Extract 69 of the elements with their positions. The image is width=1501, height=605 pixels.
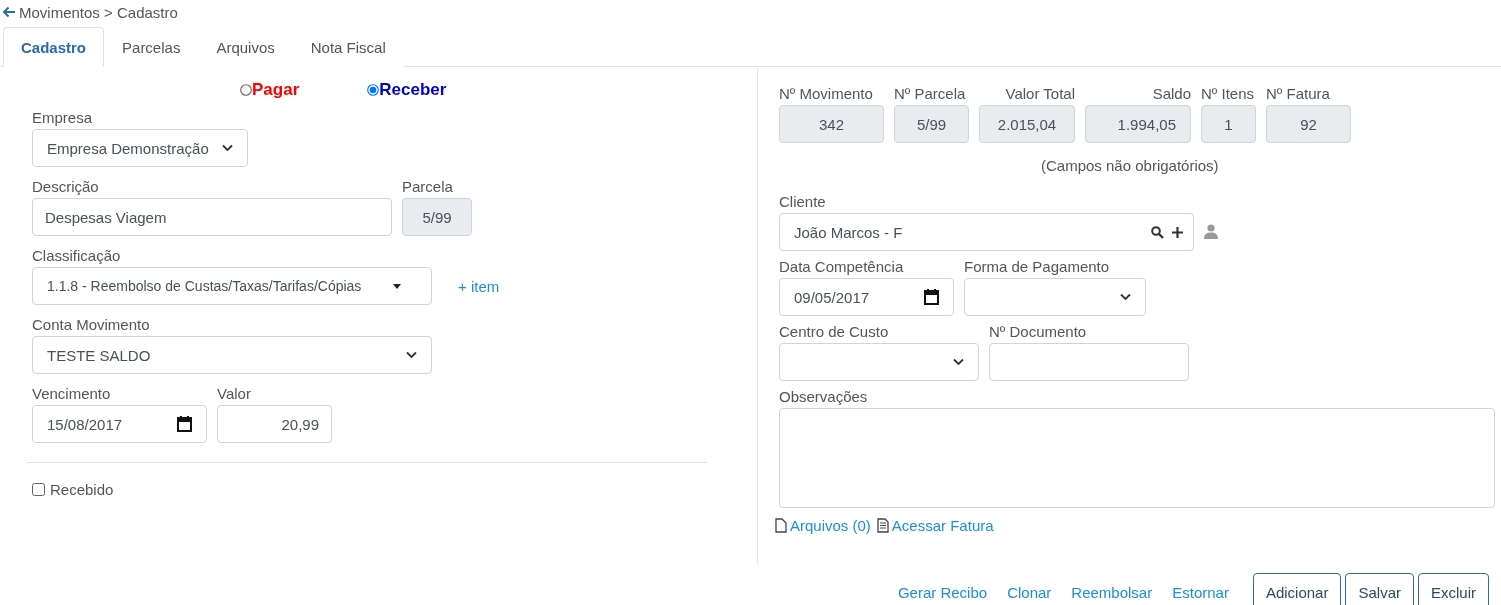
- readonly-field: 2.015,04: [979, 105, 1075, 143]
- checkbox-icon[interactable]: [32, 483, 45, 496]
- field-label: Nº Documento: [989, 322, 1088, 342]
- date-field[interactable]: 15/08/2017: [32, 405, 207, 443]
- add-item-link[interactable]: + item: [458, 278, 500, 295]
- field-label: Saldo: [1151, 84, 1191, 104]
- field-label: Empresa: [32, 108, 94, 128]
- chevron-down-icon: [1120, 293, 1131, 301]
- back-arrow-icon[interactable]: [2, 6, 16, 18]
- action-button[interactable]: Salvar: [1345, 573, 1414, 605]
- field-label: Parcela: [402, 177, 454, 197]
- field-label: Data Competência: [779, 257, 905, 277]
- text-area[interactable]: [779, 408, 1495, 508]
- file-link[interactable]: Acessar Fatura: [891, 517, 994, 534]
- field-label: Descrição: [32, 177, 100, 197]
- file-icon: [775, 518, 787, 533]
- tab[interactable]: Cadastro: [3, 27, 105, 67]
- input-field[interactable]: [989, 343, 1189, 381]
- calendar-icon: [924, 289, 939, 305]
- chevron-down-icon: [406, 351, 417, 359]
- select-field[interactable]: [964, 278, 1146, 316]
- field-label: Classificação: [32, 246, 122, 266]
- field-label: Valor Total: [1004, 84, 1075, 104]
- readonly-field: 1.994,05: [1085, 105, 1191, 143]
- field-label: Nº Itens: [1201, 84, 1255, 104]
- select-field[interactable]: TESTE SALDO: [32, 336, 432, 374]
- checkbox-option[interactable]: Recebido: [32, 481, 757, 498]
- field-label: Forma de Pagamento: [964, 257, 1111, 277]
- select-field[interactable]: 1.1.8 - Reembolso de Custas/Taxas/Tarifas/Cópias: [32, 267, 432, 305]
- field-label: Nº Movimento: [779, 84, 874, 104]
- calendar-icon: [177, 416, 192, 432]
- lookup-field[interactable]: João Marcos - F: [779, 213, 1194, 251]
- field-label: Centro de Custo: [779, 322, 890, 342]
- readonly-field: 92: [1266, 105, 1351, 143]
- action-link[interactable]: Clonar: [1007, 583, 1052, 601]
- action-link[interactable]: Gerar Recibo: [897, 583, 988, 601]
- chevron-down-icon: [222, 144, 233, 152]
- action-link[interactable]: Estornar: [1172, 583, 1229, 601]
- action-button[interactable]: Adicionar: [1252, 573, 1342, 605]
- document-icon: [876, 518, 889, 533]
- checkbox-label: Recebido: [50, 481, 114, 498]
- action-link[interactable]: Reembolsar: [1071, 583, 1153, 601]
- readonly-field: 1: [1201, 105, 1256, 143]
- caret-down-icon: [393, 283, 401, 289]
- field-label: Nº Fatura: [1266, 84, 1331, 104]
- action-button[interactable]: Excluir: [1418, 573, 1489, 605]
- field-label: Cliente: [779, 192, 827, 212]
- date-field[interactable]: 09/05/2017: [779, 278, 954, 316]
- radio-option[interactable]: Receber: [367, 80, 447, 100]
- select-field[interactable]: Empresa Demonstração: [32, 129, 248, 167]
- chevron-down-icon: [953, 358, 964, 366]
- file-link[interactable]: Arquivos (0): [790, 517, 871, 534]
- readonly-field: 5/99: [894, 105, 969, 143]
- radio-option[interactable]: Pagar: [240, 80, 300, 100]
- field-label: Vencimento: [32, 384, 112, 404]
- input-field[interactable]: 20,99: [217, 405, 332, 443]
- plus-icon[interactable]: [1172, 226, 1183, 238]
- field-label: Valor: [217, 384, 252, 404]
- input-field[interactable]: 5/99: [402, 198, 472, 236]
- field-label: Conta Movimento: [32, 315, 151, 335]
- input-field[interactable]: Despesas Viagem: [32, 198, 392, 236]
- readonly-field: 342: [779, 105, 884, 143]
- breadcrumb: Movimentos > Cadastro: [19, 3, 178, 21]
- field-label: Observações: [779, 387, 869, 407]
- search-icon[interactable]: [1151, 225, 1164, 239]
- field-label: Nº Parcela: [894, 84, 967, 104]
- note-text: (Campos não obrigatórios): [1040, 157, 1220, 176]
- person-icon[interactable]: [1204, 224, 1218, 239]
- select-field[interactable]: [779, 343, 979, 381]
